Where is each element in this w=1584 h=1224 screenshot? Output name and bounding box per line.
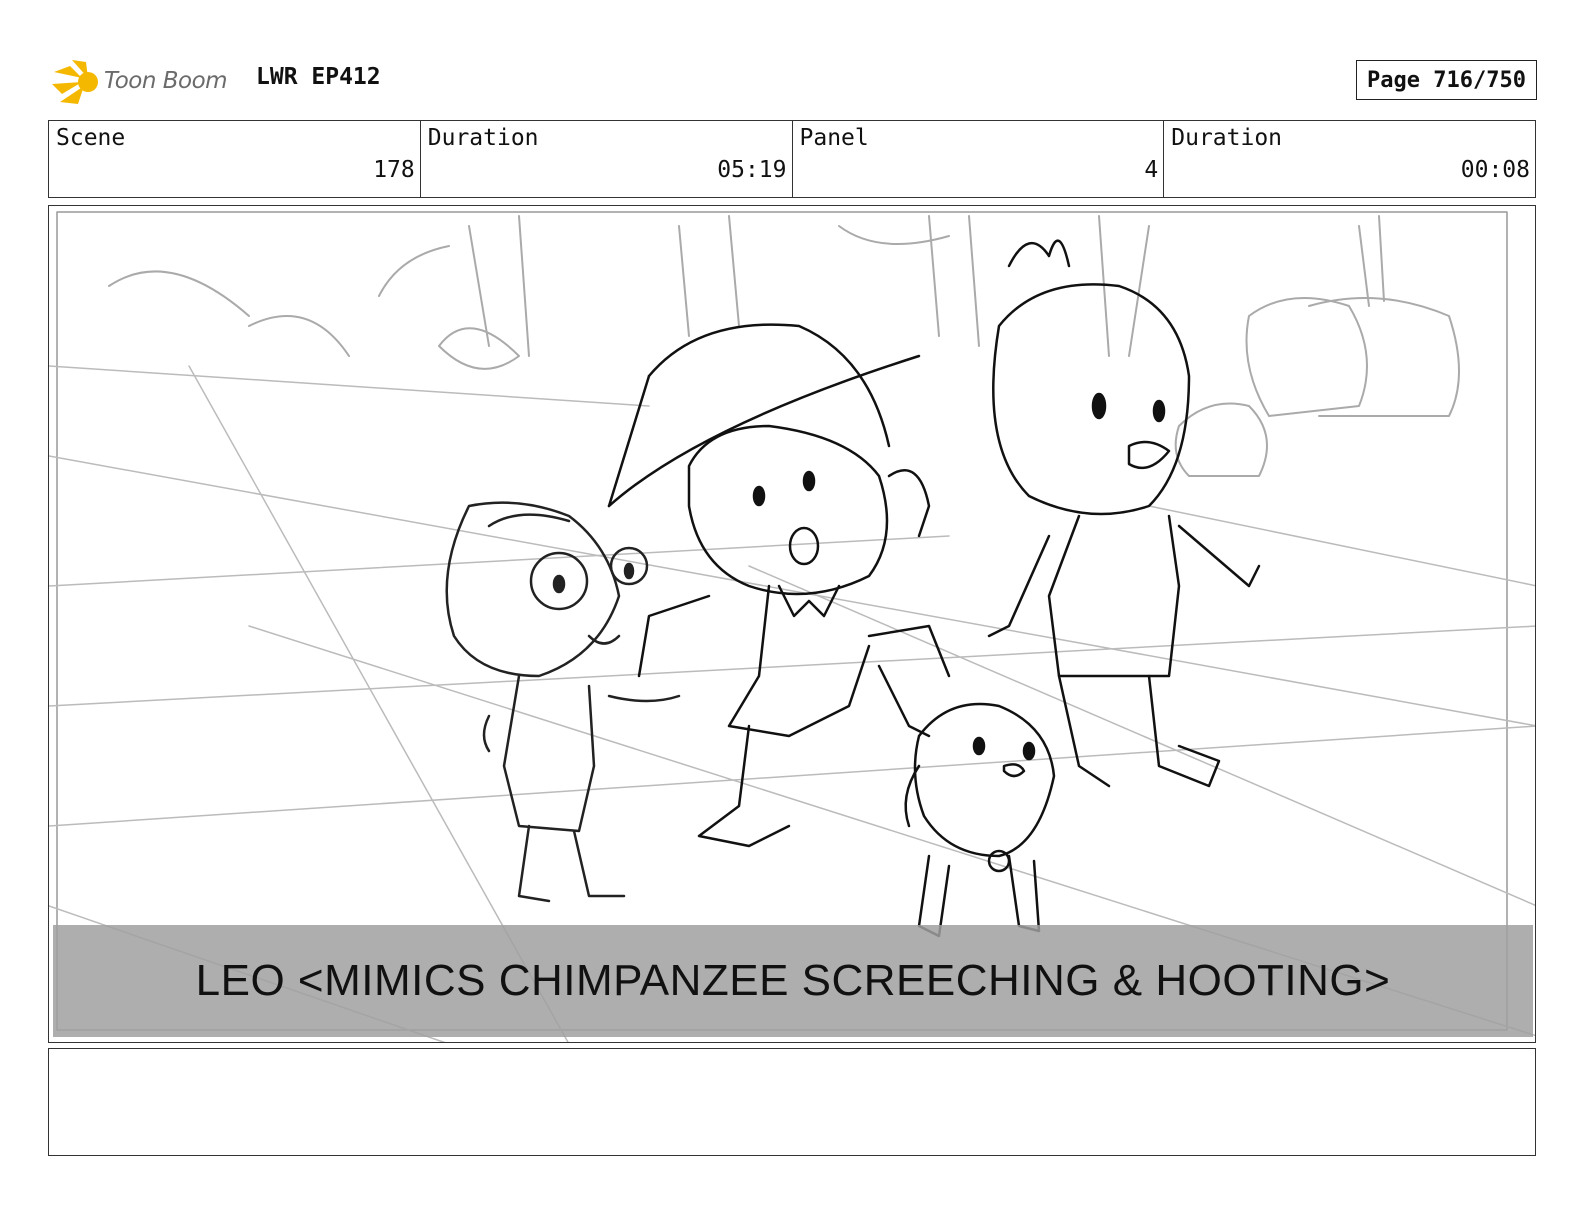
project-title: LWR EP412	[256, 64, 381, 90]
puppy	[904, 702, 1056, 938]
panel-cell: Panel 4	[793, 121, 1165, 197]
dialogue-caption: LEO <MIMICS CHIMPANZEE SCREECHING & HOOT…	[195, 956, 1391, 1005]
panel-label: Panel	[799, 125, 869, 151]
scene-info-table: Scene 178 Duration 05:19 Panel 4 Duratio…	[48, 120, 1536, 198]
panel-value: 4	[1144, 157, 1159, 183]
scene-value: 178	[373, 157, 415, 183]
background-trees	[108, 215, 1460, 477]
panel-notes-box[interactable]	[48, 1048, 1536, 1156]
safe-frame	[56, 211, 1508, 1031]
boy-with-cap	[607, 323, 951, 848]
page-indicator: Page 716/750	[1356, 60, 1537, 100]
panel-duration-cell: Duration 00:08	[1164, 121, 1535, 197]
scene-label: Scene	[56, 125, 126, 151]
scene-duration-label: Duration	[427, 125, 539, 151]
scene-duration-value: 05:19	[717, 157, 787, 183]
scene-cell: Scene 178	[49, 121, 421, 197]
dialogue-caption-band: LEO <MIMICS CHIMPANZEE SCREECHING & HOOT…	[53, 925, 1533, 1037]
panel-duration-label: Duration	[1171, 125, 1283, 151]
panel-duration-value: 00:08	[1460, 157, 1530, 183]
storyboard-sketch	[49, 211, 1535, 1042]
scene-duration-cell: Duration 05:19	[421, 121, 793, 197]
brand-name: Toon Boom	[104, 68, 228, 94]
storyboard-panel: LEO <MIMICS CHIMPANZEE SCREECHING & HOOT…	[48, 205, 1536, 1043]
boy-right	[987, 239, 1261, 788]
